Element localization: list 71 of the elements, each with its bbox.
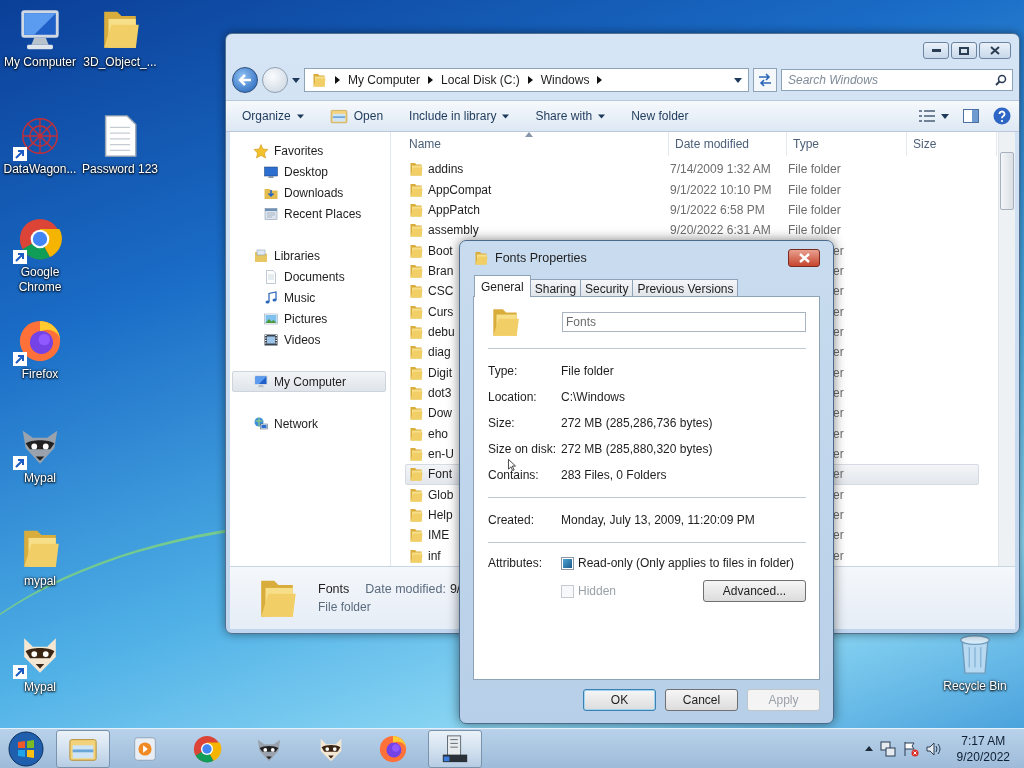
file-type: er: [833, 385, 844, 400]
shortcut-label: mypal: [24, 574, 56, 589]
file-name: Boot: [428, 243, 453, 258]
date-modified: 9/1/2022 6:58 PM: [670, 202, 765, 217]
shortcut-label: DataWagon...: [3, 162, 77, 177]
file-name: Font: [428, 467, 452, 482]
shortcut-label: Password 123: [81, 162, 158, 177]
file-type: er: [833, 447, 844, 461]
file-type: er: [833, 487, 844, 502]
file-name: AppCompat: [428, 182, 492, 197]
selected-item-type: File folder: [318, 600, 372, 614]
file-name: Glob: [428, 487, 454, 502]
property-label: Attributes:: [488, 556, 544, 570]
property-label: Size on disk:: [488, 442, 558, 456]
file-type: File folder: [788, 182, 841, 197]
file-type: File folder: [788, 223, 841, 238]
file-type: er: [833, 304, 844, 319]
file-type: File folder: [788, 162, 841, 177]
property-value: 272 MB (285,880,320 bytes): [561, 442, 713, 456]
shortcut-label: Mypal: [24, 680, 56, 695]
file-name: Curs: [428, 304, 454, 319]
property-label: Location:: [488, 390, 538, 404]
file-name: AppPatch: [428, 202, 481, 217]
property-value: Monday, July 13, 2009, 11:20:09 PM: [561, 513, 755, 527]
file-type: er: [833, 528, 844, 543]
file-name: Digit: [428, 365, 452, 380]
date-modified-label: Date modified:: [365, 582, 446, 596]
property-label: Created:: [488, 513, 536, 527]
shortcut-label: Mypal: [24, 471, 56, 486]
file-type: File folder: [788, 202, 841, 217]
file-name: Bran: [428, 263, 454, 278]
file-name: diag: [428, 345, 451, 360]
selected-item-name: Fonts: [318, 582, 350, 596]
property-value: File folder: [561, 364, 614, 378]
file-type: er: [833, 243, 844, 258]
shortcut-label: Recycle Bin: [943, 679, 1007, 694]
file-name: debu: [428, 324, 455, 339]
file-name: Help: [428, 508, 453, 522]
shortcut-label: Firefox: [21, 367, 59, 382]
date-modified: 9/20/2022 6:31 AM: [670, 223, 771, 238]
property-label: Size:: [488, 416, 516, 430]
file-name: CSC: [428, 284, 454, 299]
property-value: C:\Windows: [561, 390, 625, 404]
file-type: er: [833, 548, 844, 563]
file-name: assembly: [428, 223, 479, 238]
property-value: 283 Files, 0 Folders: [561, 468, 667, 482]
file-name: IME: [428, 528, 450, 543]
file-name: addins: [428, 162, 464, 177]
file-name: eho: [428, 426, 449, 441]
file-type: er: [833, 284, 844, 299]
shortcut-label: 3D_Object_...: [83, 55, 157, 70]
file-name: Dow: [428, 406, 452, 421]
dialog-title: Fonts Properties: [495, 251, 587, 265]
shortcut-label: My Computer: [4, 55, 76, 70]
file-type: er: [833, 426, 844, 441]
file-type: er: [833, 467, 844, 482]
file-type: er: [833, 345, 844, 360]
file-type: er: [833, 324, 844, 339]
file-type: er: [833, 406, 844, 421]
shortcut-label: Google Chrome: [17, 265, 63, 295]
property-label: Contains:: [488, 468, 540, 482]
property-label: Type:: [488, 364, 519, 378]
file-type: er: [833, 508, 844, 522]
file-type: er: [833, 263, 844, 278]
property-value: 272 MB (285,286,736 bytes): [561, 416, 713, 430]
file-name: en-U: [428, 447, 454, 461]
date-modified: 9/1/2022 10:10 PM: [670, 182, 772, 197]
date-modified: 7/14/2009 1:32 AM: [670, 162, 771, 177]
file-type: er: [833, 365, 844, 380]
file-name: inf: [428, 548, 441, 563]
file-name: dot3: [428, 385, 452, 400]
